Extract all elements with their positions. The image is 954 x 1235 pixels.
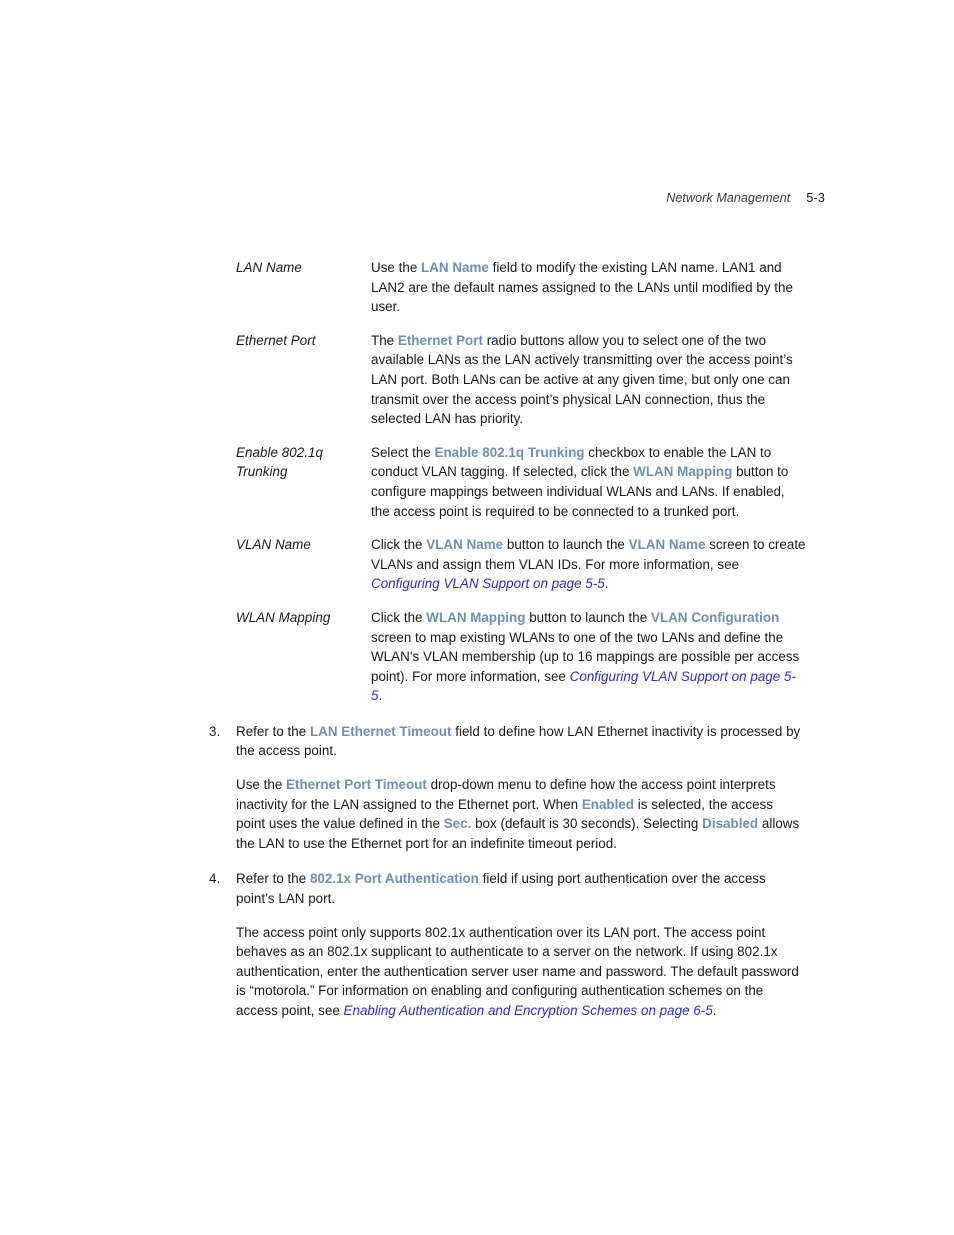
definition-description: Click the WLAN Mapping button to launch …: [371, 609, 800, 704]
paragraph: The access point only supports 802.1x au…: [236, 924, 799, 1018]
procedure-step-list: 3. Refer to the LAN Ethernet Timeout fiel…: [0, 722, 954, 1021]
ui-term: Enabled: [581, 796, 635, 812]
definition-row: Ethernet Port The Ethernet Port radio but…: [0, 331, 954, 429]
definition-description: Use the LAN Name field to modify the exi…: [371, 260, 793, 315]
definition-term: LAN Name: [236, 260, 302, 275]
definition-description: Click the VLAN Name button to launch the…: [371, 537, 806, 592]
cross-reference-link[interactable]: Enabling Authentication and Encryption S…: [344, 1003, 713, 1018]
step-body: Refer to the LAN Ethernet Timeout field …: [236, 722, 801, 854]
definition-term: VLAN Name: [236, 537, 311, 553]
paragraph: Refer to the 802.1x Port Authentication …: [236, 871, 766, 907]
definition-term: Ethernet Port: [236, 332, 316, 348]
procedure-step: 3. Refer to the LAN Ethernet Timeout fiel…: [0, 722, 954, 854]
paragraph: Refer to the LAN Ethernet Timeout field …: [236, 723, 801, 759]
definition-term: WLAN Mapping: [236, 609, 331, 625]
ui-term: 802.1x Port Authentication: [309, 871, 479, 887]
paragraph: Use the Ethernet Port Timeout drop-down …: [236, 777, 800, 851]
ui-term: Ethernet Port: [397, 332, 483, 348]
definition-row: Enable 802.1q Trunking Select the Enable …: [0, 443, 954, 521]
document-page: Network Management 5-3 LAN Name Use the LA…: [0, 0, 954, 1235]
cross-reference-link[interactable]: Configuring VLAN Support on page 5-5: [371, 576, 605, 591]
cross-reference-link[interactable]: Configuring VLAN Support on page 5-5: [371, 669, 796, 704]
page-number: 5-3: [806, 191, 825, 205]
definition-term: Enable 802.1q Trunking: [236, 444, 324, 480]
definition-row: WLAN Mapping Click the WLAN Mapping butto…: [0, 608, 954, 706]
step-number: 4.: [209, 871, 221, 887]
ui-term: WLAN Mapping: [426, 609, 526, 625]
step-number: 3.: [209, 723, 221, 739]
ui-term: Enable 802.1q Trunking: [434, 444, 585, 460]
ui-term: Disabled: [702, 816, 759, 832]
procedure-step: 4. Refer to the 802.1x Port Authenticatio…: [0, 869, 954, 1020]
definition-row: LAN Name Use the LAN Name field to modify…: [0, 258, 954, 317]
running-header: Network Management 5-3: [129, 190, 825, 206]
step-body: Refer to the 802.1x Port Authentication …: [236, 869, 801, 1020]
definition-row: VLAN Name Click the VLAN Name button to l…: [0, 535, 954, 594]
definition-description: Select the Enable 802.1q Trunking checkb…: [371, 444, 789, 519]
ui-term: VLAN Name: [628, 537, 706, 553]
ui-term: WLAN Mapping: [633, 464, 733, 480]
ui-term: Ethernet Port Timeout: [286, 777, 427, 793]
ui-term: VLAN Name: [426, 537, 504, 553]
chapter-title: Network Management: [666, 191, 791, 205]
ui-term: LAN Name: [421, 260, 489, 275]
page-content: LAN Name Use the LAN Name field to modify…: [0, 258, 954, 1021]
definition-list: LAN Name Use the LAN Name field to modify…: [0, 258, 954, 706]
ui-term: VLAN Configuration: [650, 609, 780, 625]
ui-term: LAN Ethernet Timeout: [309, 723, 452, 739]
definition-description: The Ethernet Port radio buttons allow yo…: [371, 332, 793, 427]
ui-term: Sec.: [443, 816, 472, 832]
